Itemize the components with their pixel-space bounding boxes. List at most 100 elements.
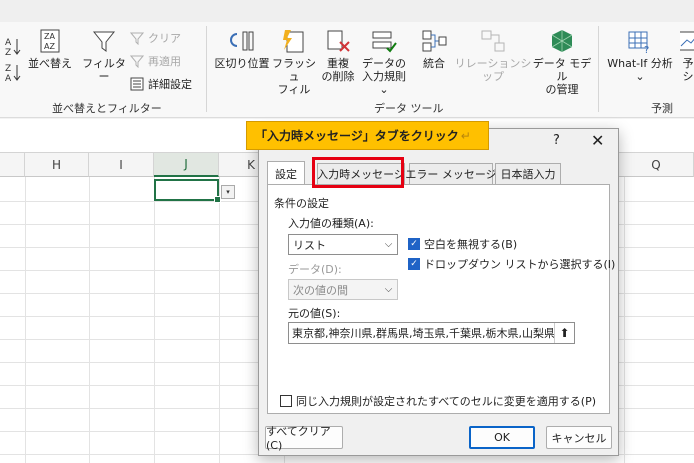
close-button[interactable]: ✕ [591, 131, 604, 150]
allow-label: 入力値の種類(A): [288, 217, 374, 230]
ignore-blank-checkbox[interactable]: ✓ 空白を無視する(B) [408, 236, 517, 252]
clear-all-button[interactable]: すべてクリア(C) [265, 425, 343, 452]
what-if-label: What-If 分析 [607, 57, 673, 70]
source-label: 元の値(S): [288, 307, 341, 320]
svg-text:A: A [5, 38, 12, 48]
callout-text: 「入力時メッセージ」タブをクリック [255, 129, 459, 143]
filter-icon [92, 31, 116, 52]
remove-duplicates-label-1: 重複 [327, 57, 349, 70]
flash-fill-button[interactable]: フラッシュ フィル [272, 28, 316, 96]
what-if-icon: ? [628, 31, 649, 54]
data-label: データ(D): [288, 263, 342, 276]
filter-button[interactable]: フィルター [80, 28, 128, 83]
filter-label: フィルター [82, 57, 126, 83]
ribbon: AZ ZA ZA AZ 並べ替え フィルター クリア 再適用 詳細設定 並べ替えと… [0, 22, 694, 118]
sort-ascending-icon: AZ [5, 38, 21, 56]
allow-value: リスト [293, 238, 326, 252]
cancel-button[interactable]: キャンセル [546, 426, 612, 449]
consolidate-icon [422, 30, 447, 52]
svg-text:Z: Z [5, 64, 11, 74]
grid-line [89, 177, 90, 463]
column-header-q[interactable]: Q [619, 153, 694, 177]
advanced-filter-button[interactable]: 詳細設定 [130, 76, 192, 92]
data-operator-select[interactable]: 次の値の間 ⌵ [288, 279, 398, 300]
source-input[interactable]: 東京都,神奈川県,群馬県,埼玉県,千葉県,栃木県,山梨県 [288, 322, 575, 344]
highlight-box [312, 157, 404, 188]
validation-criteria-heading: 条件の設定 [274, 197, 329, 210]
sort-button[interactable]: ZA AZ 並べ替え [28, 28, 72, 70]
flash-fill-icon [283, 30, 304, 53]
sort-filter-group-label: 並べ替えとフィルター [52, 102, 162, 115]
column-header-j[interactable]: J [154, 153, 219, 177]
consolidate-button[interactable]: 統合 [416, 28, 452, 70]
clear-label: クリア [148, 32, 181, 45]
relationships-icon [481, 30, 505, 52]
forecast-sheet-button[interactable]: 予 シ [680, 28, 694, 83]
text-to-columns-label: 区切り位置 [214, 57, 270, 70]
data-validation-label-2: 入力規則 ⌄ [362, 70, 406, 96]
in-cell-dropdown-checkbox[interactable]: ✓ ドロップダウン リストから選択する(I) [408, 256, 615, 272]
title-strip [0, 0, 694, 22]
collapse-dialog-button[interactable]: ⬆ [554, 323, 574, 343]
tab-error-alert[interactable]: エラー メッセージ [405, 163, 497, 184]
remove-duplicates-icon [327, 30, 350, 52]
reapply-label: 再適用 [148, 55, 181, 68]
clear-filter-button[interactable]: クリア [130, 30, 181, 46]
svg-text:AZ: AZ [44, 42, 55, 51]
cell-dropdown-button[interactable]: ▾ [221, 185, 235, 199]
ok-button[interactable]: OK [469, 426, 535, 449]
checkmark-icon: ✓ [408, 258, 420, 270]
reapply-button[interactable]: 再適用 [130, 53, 181, 69]
data-validation-icon [372, 31, 397, 53]
tab-ime-mode[interactable]: 日本語入力 [495, 163, 561, 184]
data-model-button[interactable]: データ モデル の管理 [532, 28, 592, 96]
sort-za-button[interactable]: ZA [4, 62, 22, 82]
checkmark-icon: ✓ [408, 238, 420, 250]
advanced-label: 詳細設定 [148, 78, 192, 91]
sort-az-button[interactable]: AZ [4, 36, 22, 56]
data-operator-value: 次の値の間 [293, 283, 348, 297]
data-model-icon [551, 30, 573, 52]
grid-line [154, 177, 155, 463]
tab-settings[interactable]: 設定 [267, 161, 305, 185]
data-model-label-1: データ モデル [532, 57, 592, 83]
help-button[interactable]: ? [553, 133, 560, 148]
settings-panel: 条件の設定 入力値の種類(A): リスト ⌵ ✓ 空白を無視する(B) ✓ ドロ… [267, 184, 615, 414]
ignore-blank-label: 空白を無視する(B) [424, 238, 518, 251]
text-to-columns-icon [230, 31, 254, 51]
ribbon-separator [206, 26, 207, 112]
svg-text:Z: Z [5, 48, 11, 56]
what-if-analysis-button[interactable]: ? What-If 分析 ⌄ [604, 28, 676, 83]
apply-to-all-checkbox[interactable]: 同じ入力規則が設定されたすべてのセルに変更を適用する(P) [280, 393, 596, 409]
relationships-label: リレーションシップ [454, 57, 532, 83]
reapply-icon [130, 55, 144, 68]
svg-text:ZA: ZA [44, 32, 55, 41]
return-mark: ↵ [460, 128, 471, 143]
instruction-callout: 「入力時メッセージ」タブをクリック ↵ [246, 121, 489, 150]
what-if-arrow: ⌄ [635, 70, 645, 83]
data-validation-button[interactable]: データの 入力規則 ⌄ [358, 28, 410, 96]
apply-to-all-label: 同じ入力規則が設定されたすべてのセルに変更を適用する(P) [296, 395, 597, 408]
column-header-h[interactable]: H [25, 153, 89, 177]
checkbox-box [280, 395, 292, 407]
forecast-sheet-icon [680, 31, 694, 51]
data-tools-group-label: データ ツール [374, 102, 444, 115]
text-to-columns-button[interactable]: 区切り位置 [214, 28, 270, 70]
relationships-button[interactable]: リレーションシップ [454, 28, 532, 83]
select-all-corner[interactable] [0, 153, 25, 177]
sort-label: 並べ替え [28, 57, 72, 70]
remove-duplicates-button[interactable]: 重複 の削除 [318, 28, 358, 83]
allow-select[interactable]: リスト ⌵ [288, 234, 398, 255]
active-cell-j[interactable] [154, 179, 221, 203]
advanced-filter-icon [130, 77, 144, 91]
flash-fill-label-1: フラッシュ [272, 57, 316, 83]
consolidate-label: 統合 [423, 57, 445, 70]
chevron-down-icon: ⌵ [384, 239, 393, 250]
data-model-label-2: の管理 [545, 83, 579, 96]
data-validation-label-1: データの [362, 57, 406, 70]
grid-line [25, 177, 26, 463]
grid-line [219, 177, 220, 463]
remove-duplicates-label-2: の削除 [321, 70, 355, 83]
in-cell-dropdown-label: ドロップダウン リストから選択する(I) [424, 258, 616, 271]
column-header-i[interactable]: I [89, 153, 154, 177]
